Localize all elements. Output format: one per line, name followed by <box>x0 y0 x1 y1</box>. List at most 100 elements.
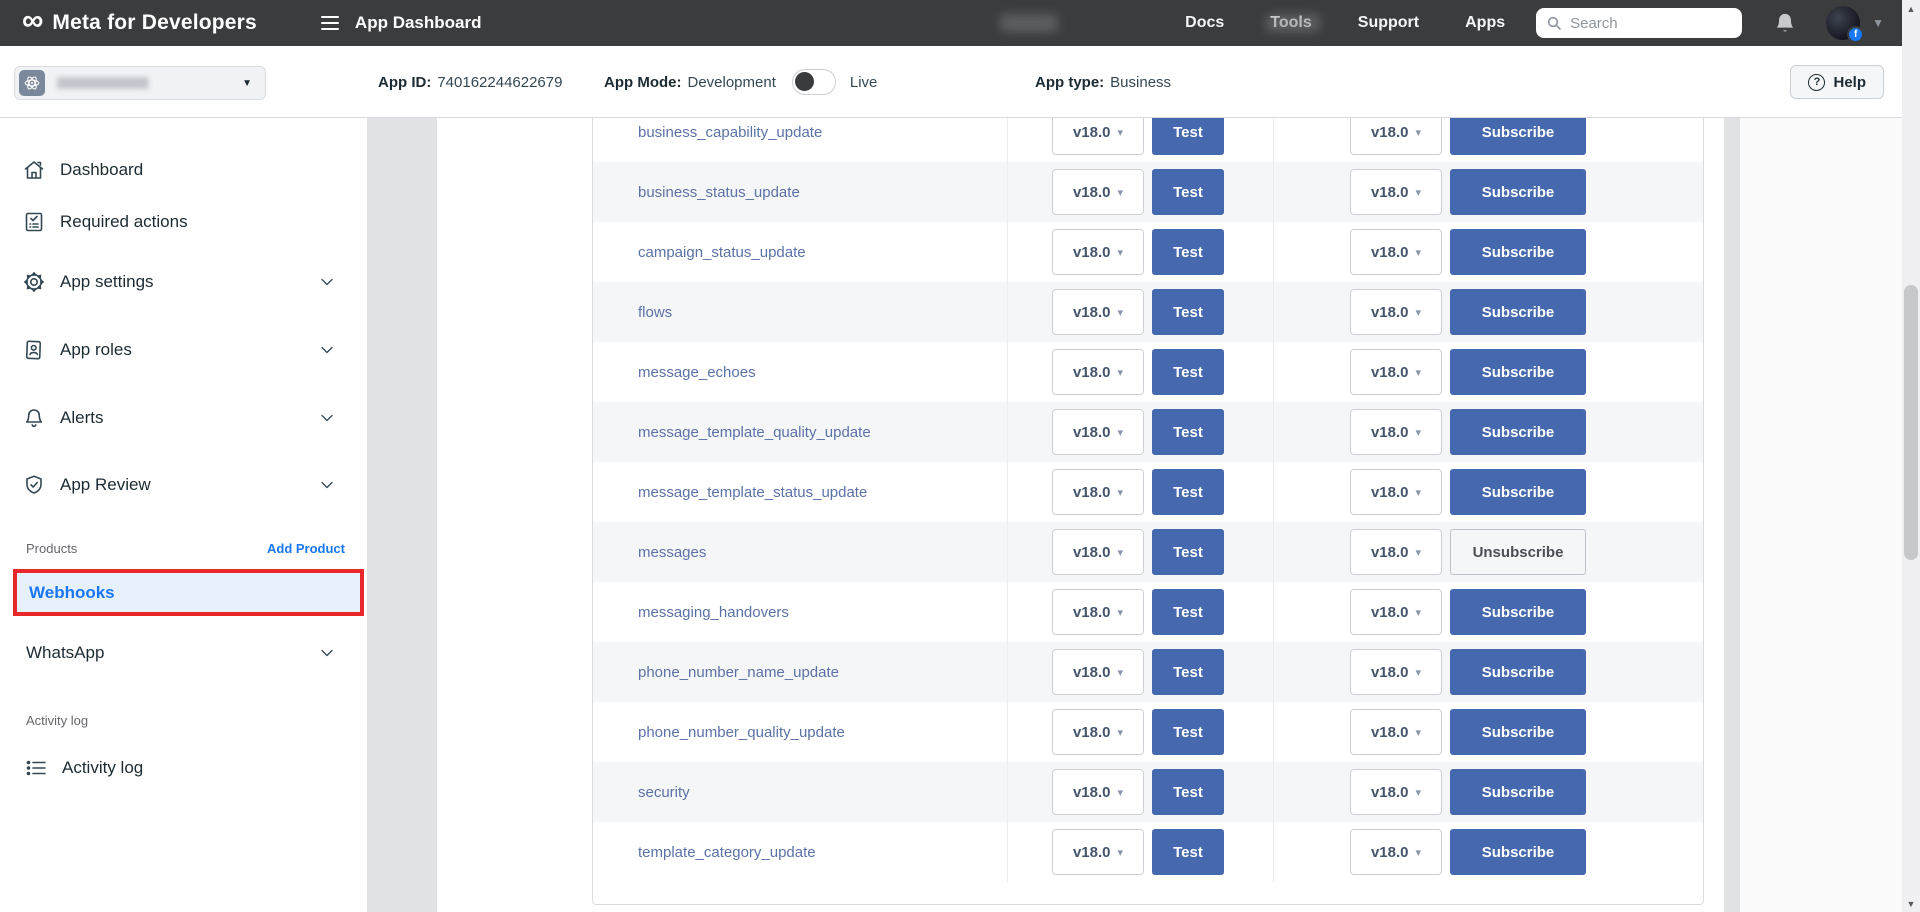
test-version-select[interactable]: v18.0 ▾ <box>1052 349 1144 395</box>
test-button[interactable]: Test <box>1152 529 1224 575</box>
profile-caret-icon[interactable]: ▼ <box>1872 16 1884 30</box>
help-button[interactable]: ? Help <box>1790 65 1884 99</box>
nav-link-apps[interactable]: Apps <box>1442 14 1528 32</box>
sidebar-item-dashboard[interactable]: Dashboard <box>0 144 367 196</box>
webhook-field-link[interactable]: business_capability_update <box>638 124 822 141</box>
subscribe-button[interactable]: Subscribe <box>1450 229 1586 275</box>
notifications-bell-icon[interactable] <box>1774 12 1796 34</box>
chevron-down-icon: ▾ <box>1118 546 1124 559</box>
subscribe-version-select[interactable]: v18.0 ▾ <box>1350 769 1442 815</box>
subscribe-button[interactable]: Subscribe <box>1450 169 1586 215</box>
subscribe-button[interactable]: Subscribe <box>1450 769 1586 815</box>
test-version-select[interactable]: v18.0 ▾ <box>1052 289 1144 335</box>
app-mode-toggle[interactable] <box>792 69 836 95</box>
test-button[interactable]: Test <box>1152 169 1224 215</box>
test-button[interactable]: Test <box>1152 289 1224 335</box>
subscribe-version-select[interactable]: v18.0 ▾ <box>1350 829 1442 875</box>
subscribe-version-select[interactable]: v18.0 ▾ <box>1350 289 1442 335</box>
subscribe-button[interactable]: Subscribe <box>1450 589 1586 635</box>
test-version-select[interactable]: v18.0 ▾ <box>1052 529 1144 575</box>
test-button[interactable]: Test <box>1152 409 1224 455</box>
app-selector-dropdown[interactable]: ▼ <box>14 66 266 100</box>
add-product-link[interactable]: Add Product <box>267 541 345 556</box>
redacted-blur <box>1266 14 1320 32</box>
test-button[interactable]: Test <box>1152 769 1224 815</box>
sidebar-item-app-review[interactable]: App Review <box>0 452 367 518</box>
subscribe-version-select[interactable]: v18.0 ▾ <box>1350 169 1442 215</box>
test-button[interactable]: Test <box>1152 829 1224 875</box>
test-button[interactable]: Test <box>1152 469 1224 515</box>
browser-scrollbar[interactable]: ▲ ▼ <box>1902 0 1920 912</box>
subscribe-version-select[interactable]: v18.0 ▾ <box>1350 469 1442 515</box>
test-button[interactable]: Test <box>1152 649 1224 695</box>
sidebar-item-app-settings[interactable]: App settings <box>0 248 367 316</box>
test-button[interactable]: Test <box>1152 709 1224 755</box>
subscribe-button[interactable]: Subscribe <box>1450 409 1586 455</box>
test-version-select[interactable]: v18.0 ▾ <box>1052 709 1144 755</box>
webhook-field-link[interactable]: phone_number_quality_update <box>638 724 845 741</box>
sidebar-item-app-roles[interactable]: App roles <box>0 316 367 384</box>
subscribe-button[interactable]: Subscribe <box>1450 118 1586 155</box>
test-button[interactable]: Test <box>1152 349 1224 395</box>
webhook-field-link[interactable]: messages <box>638 544 706 561</box>
test-version-select[interactable]: v18.0 ▾ <box>1052 169 1144 215</box>
webhook-field-link[interactable]: business_status_update <box>638 184 800 201</box>
sidebar-item-whatsapp[interactable]: WhatsApp <box>0 627 367 679</box>
subscribe-button[interactable]: Subscribe <box>1450 469 1586 515</box>
sidebar-item-alerts[interactable]: Alerts <box>0 384 367 452</box>
products-section-header: Products Add Product <box>0 535 367 562</box>
subscribe-version-select[interactable]: v18.0 ▾ <box>1350 409 1442 455</box>
webhook-field-link[interactable]: message_template_quality_update <box>638 424 871 441</box>
subscribe-version-select[interactable]: v18.0 ▾ <box>1350 589 1442 635</box>
app-dashboard-label[interactable]: App Dashboard <box>355 13 482 33</box>
nav-link-docs[interactable]: Docs <box>1162 14 1247 32</box>
sidebar-item-activity-log[interactable]: Activity log <box>0 742 367 794</box>
sidebar-item-webhooks[interactable]: Webhooks <box>17 573 360 612</box>
test-version-select[interactable]: v18.0 ▾ <box>1052 649 1144 695</box>
test-version-select[interactable]: v18.0 ▾ <box>1052 409 1144 455</box>
webhook-field-link[interactable]: flows <box>638 304 672 321</box>
webhook-field-link[interactable]: template_category_update <box>638 844 816 861</box>
test-version-select[interactable]: v18.0 ▾ <box>1052 589 1144 635</box>
subscribe-button[interactable]: Subscribe <box>1450 349 1586 395</box>
subscribe-version-select[interactable]: v18.0 ▾ <box>1350 118 1442 155</box>
unsubscribe-button[interactable]: Unsubscribe <box>1450 529 1586 575</box>
webhook-field-link[interactable]: message_echoes <box>638 364 756 381</box>
subscribe-button[interactable]: Subscribe <box>1450 289 1586 335</box>
test-button[interactable]: Test <box>1152 229 1224 275</box>
version-value: v18.0 <box>1371 844 1409 861</box>
meta-infinity-icon: ∞ <box>22 6 43 36</box>
webhook-field-link[interactable]: message_template_status_update <box>638 484 867 501</box>
scrollbar-up-arrow-icon[interactable]: ▲ <box>1902 0 1920 17</box>
subscribe-version-select[interactable]: v18.0 ▾ <box>1350 229 1442 275</box>
test-version-select[interactable]: v18.0 ▾ <box>1052 829 1144 875</box>
profile-menu[interactable]: f <box>1826 6 1860 40</box>
test-version-select[interactable]: v18.0 ▾ <box>1052 469 1144 515</box>
test-button[interactable]: Test <box>1152 589 1224 635</box>
subscribe-version-select[interactable]: v18.0 ▾ <box>1350 649 1442 695</box>
subscribe-version-select[interactable]: v18.0 ▾ <box>1350 529 1442 575</box>
scrollbar-down-arrow-icon[interactable]: ▼ <box>1902 895 1920 912</box>
subscribe-version-select[interactable]: v18.0 ▾ <box>1350 709 1442 755</box>
subscribe-button[interactable]: Subscribe <box>1450 649 1586 695</box>
webhook-field-link[interactable]: phone_number_name_update <box>638 664 839 681</box>
webhook-field-link[interactable]: messaging_handovers <box>638 604 789 621</box>
test-button[interactable]: Test <box>1152 118 1224 155</box>
meta-for-developers-logo[interactable]: ∞ Meta for Developers <box>22 8 257 38</box>
test-version-select[interactable]: v18.0 ▾ <box>1052 118 1144 155</box>
webhook-field-link[interactable]: security <box>638 784 690 801</box>
webhook-field-link[interactable]: campaign_status_update <box>638 244 806 261</box>
test-version-select[interactable]: v18.0 ▾ <box>1052 229 1144 275</box>
sidebar-item-required-actions[interactable]: Required actions <box>0 196 367 248</box>
nav-link-support[interactable]: Support <box>1335 14 1442 32</box>
test-version-select[interactable]: v18.0 ▾ <box>1052 769 1144 815</box>
subscribe-button[interactable]: Subscribe <box>1450 709 1586 755</box>
scrollbar-thumb[interactable] <box>1904 285 1918 560</box>
subscribe-button[interactable]: Subscribe <box>1450 829 1586 875</box>
app-id-label: App ID: <box>378 74 431 91</box>
search-box[interactable] <box>1536 8 1742 38</box>
hamburger-menu-icon[interactable] <box>321 16 339 30</box>
search-input[interactable] <box>1570 15 1720 32</box>
version-value: v18.0 <box>1073 484 1111 501</box>
subscribe-version-select[interactable]: v18.0 ▾ <box>1350 349 1442 395</box>
